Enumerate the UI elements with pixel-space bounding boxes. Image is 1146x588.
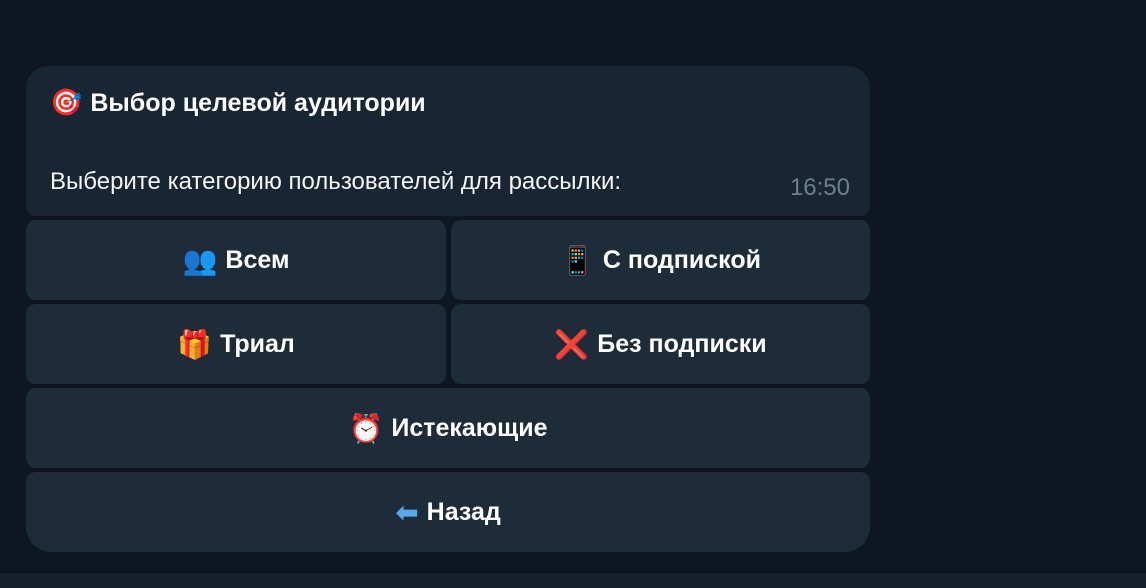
cross-icon: ❌ [554, 327, 590, 361]
subscribed-button[interactable]: 📱 С подпиской [451, 220, 870, 300]
all-users-label: Всем [225, 245, 290, 274]
target-icon: 🎯 [50, 88, 83, 118]
message-text: Выберите категорию пользователей для рас… [50, 168, 622, 195]
all-users-button[interactable]: 👥 Всем [26, 220, 446, 300]
alarm-clock-icon: ⏰ [348, 411, 384, 445]
message-title-text: Выбор целевой аудитории [90, 88, 426, 117]
gift-icon: 🎁 [177, 327, 213, 361]
back-button[interactable]: ⬅ Назад [26, 472, 870, 552]
unsubscribed-label: Без подписки [597, 329, 767, 358]
unsubscribed-button[interactable]: ❌ Без подписки [451, 304, 870, 384]
expiring-label: Истекающие [391, 413, 548, 442]
back-label: Назад [426, 497, 501, 526]
subscribed-label: С подпиской [602, 245, 761, 274]
message-title: 🎯 Выбор целевой аудитории [50, 88, 426, 118]
message-time: 16:50 [789, 174, 850, 201]
back-arrow-icon: ⬅ [395, 495, 419, 529]
message-bubble: 🎯 Выбор целевой аудитории Выберите катег… [26, 66, 870, 216]
input-area-edge [0, 572, 1146, 588]
trial-button[interactable]: 🎁 Триал [26, 304, 446, 384]
trial-label: Триал [220, 329, 295, 358]
people-icon: 👥 [182, 243, 218, 277]
expiring-button[interactable]: ⏰ Истекающие [26, 388, 870, 468]
phone-icon: 📱 [560, 243, 595, 277]
